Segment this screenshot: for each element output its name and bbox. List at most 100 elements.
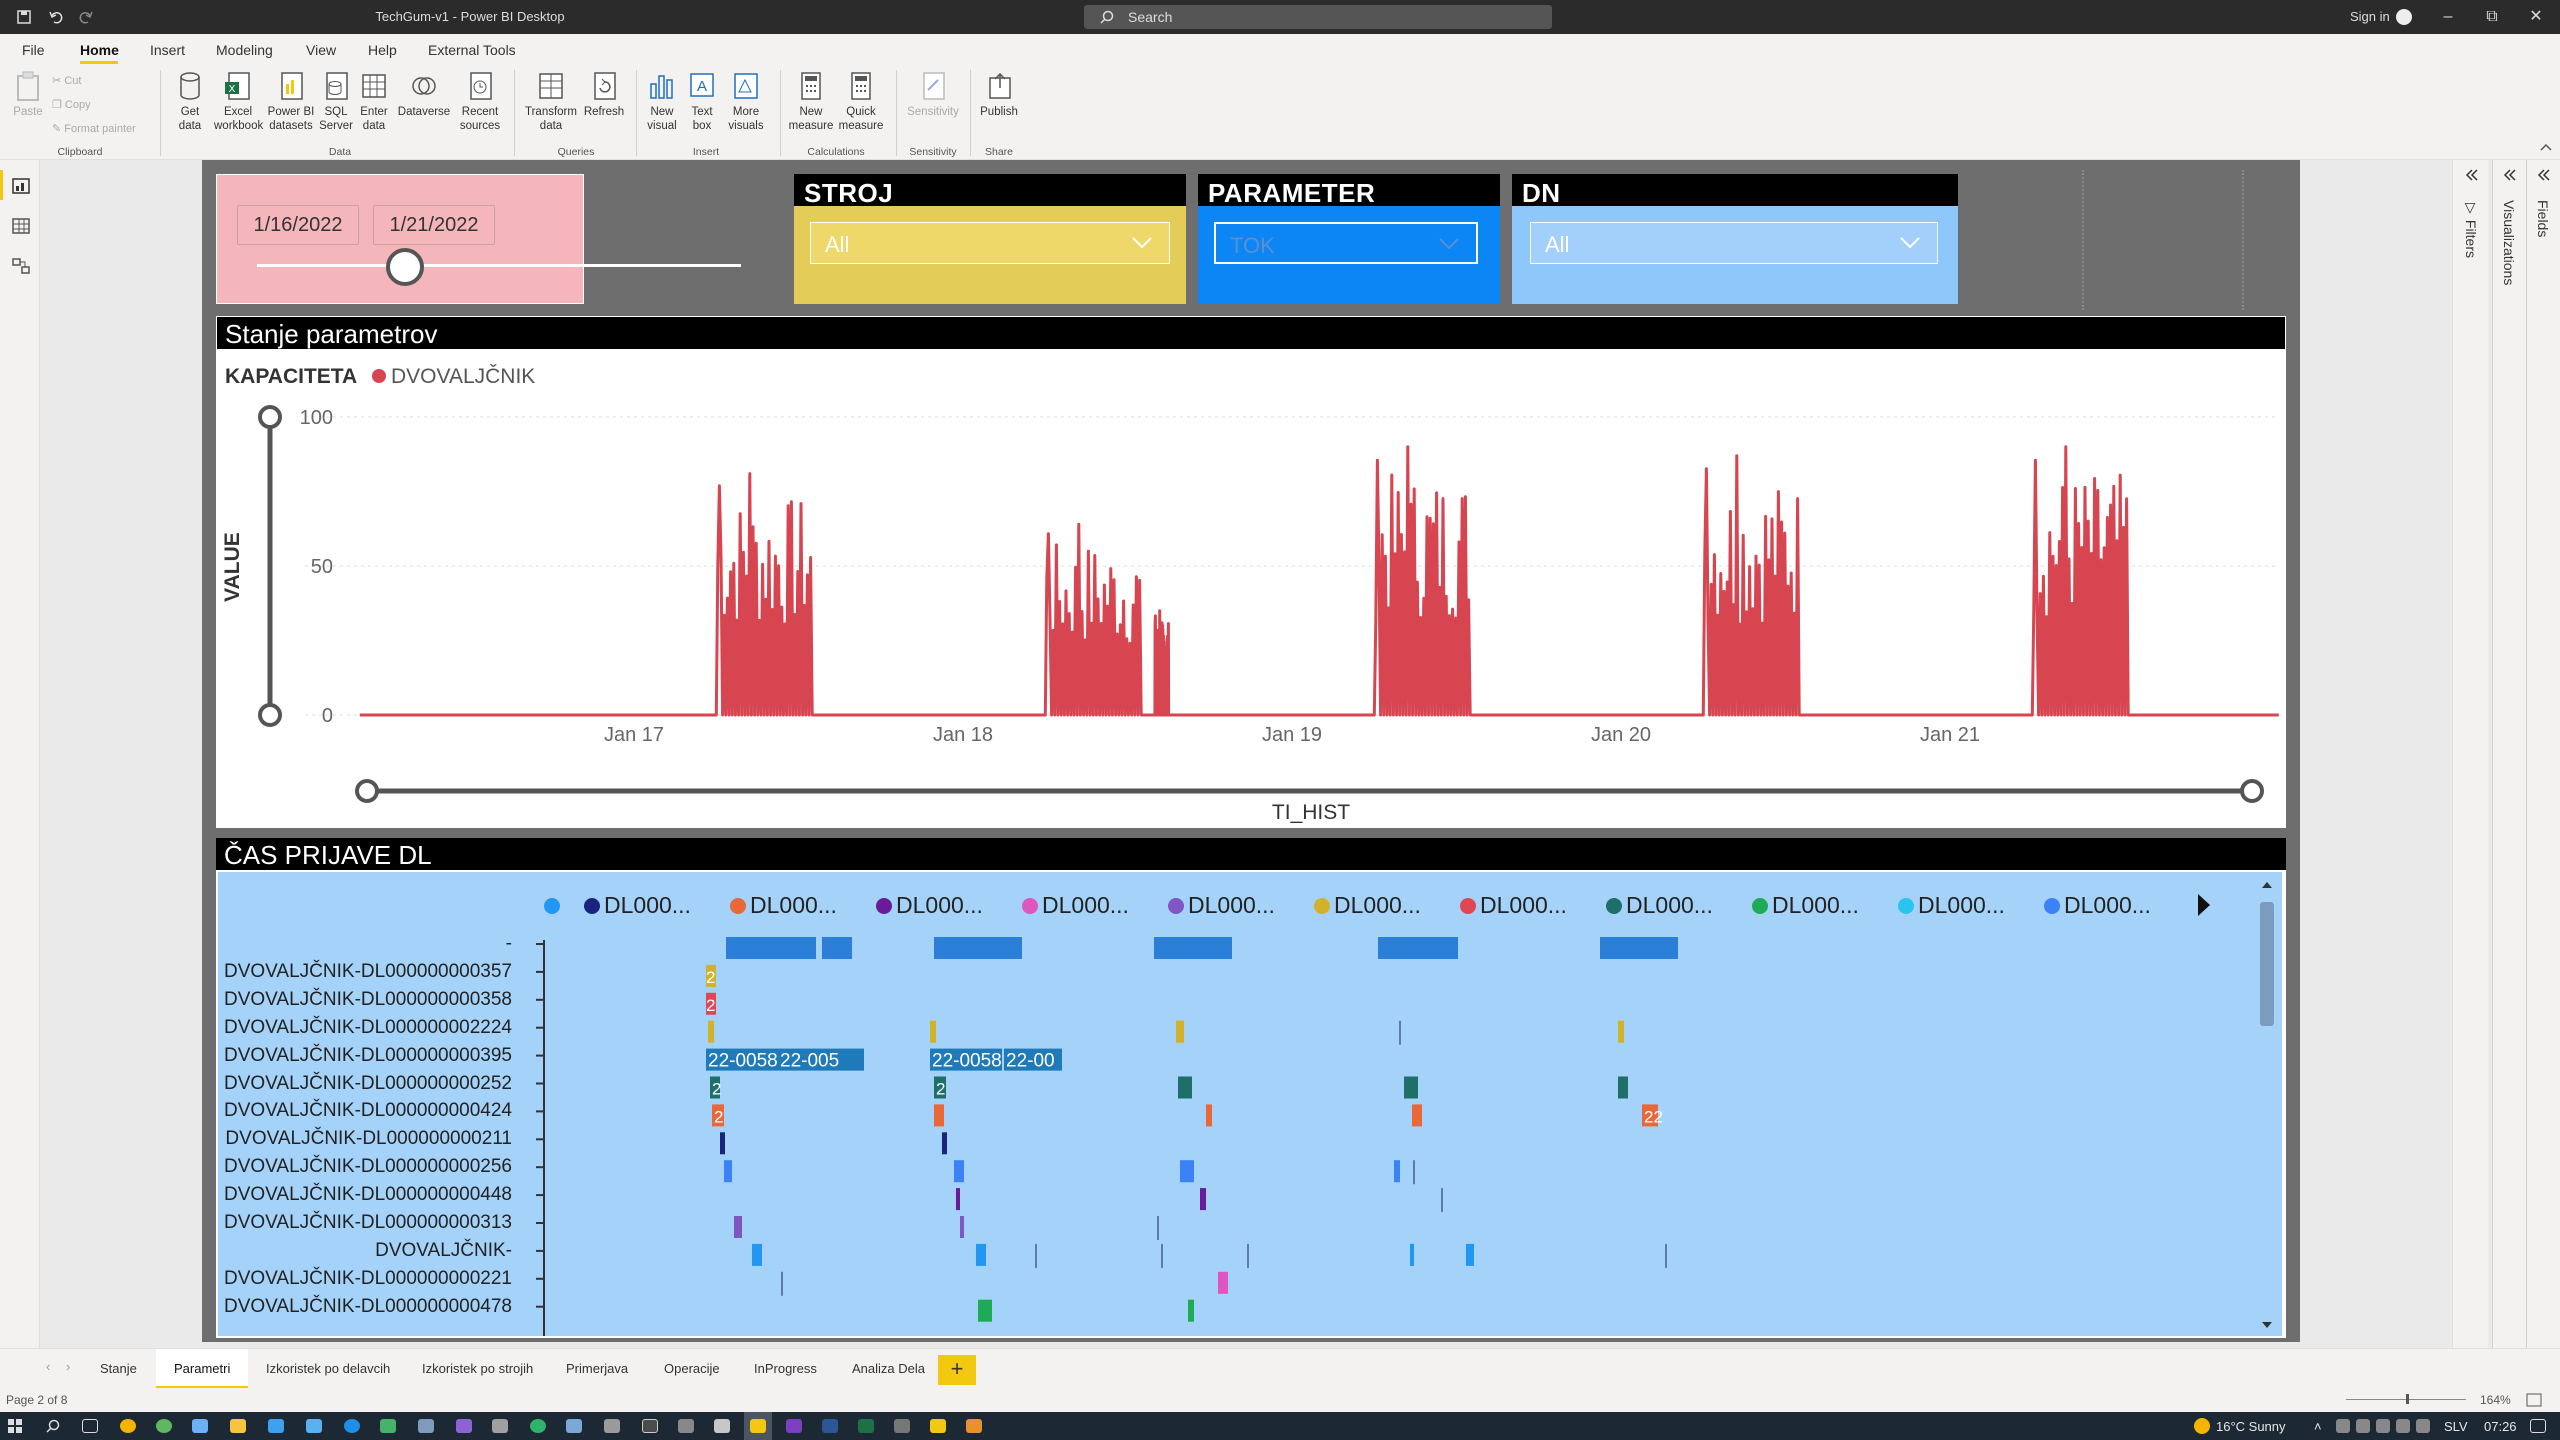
tray-icon[interactable]: [2416, 1419, 2430, 1433]
app-icon[interactable]: [380, 1419, 396, 1433]
dataverse-button[interactable]: Dataverse: [396, 70, 452, 119]
copy-button[interactable]: ❐ Copy: [52, 98, 91, 111]
more-visuals-button[interactable]: More visuals: [724, 70, 768, 133]
tab-parametri[interactable]: Parametri: [156, 1349, 248, 1389]
gantt-scrollbar-thumb[interactable]: [2260, 902, 2274, 1026]
app-icon[interactable]: [306, 1419, 322, 1433]
format-painter-button[interactable]: ✎ Format painter: [52, 122, 136, 135]
tab-izkoristek-po-delavcih[interactable]: Izkoristek po delavcih: [266, 1361, 390, 1376]
tab-scroll-left-icon[interactable]: ‹: [46, 1359, 50, 1374]
tab-izkoristek-po-strojih[interactable]: Izkoristek po strojih: [422, 1361, 533, 1376]
app-icon[interactable]: [192, 1419, 208, 1433]
volume-icon[interactable]: [2396, 1419, 2410, 1433]
expand-filters-icon[interactable]: [2465, 168, 2479, 182]
menu-view[interactable]: View: [306, 42, 336, 58]
menu-external-tools[interactable]: External Tools: [428, 42, 516, 58]
visualizations-pane-collapsed[interactable]: Visualizations: [2492, 160, 2526, 1348]
line-chart[interactable]: KAPACITETA DVOVALJČNIK VALUE 0 50 100 Jan 17 Ja…: [217, 349, 2285, 827]
minimize-button[interactable]: –: [2426, 0, 2470, 34]
onenote-icon[interactable]: [786, 1419, 802, 1433]
app-icon[interactable]: [492, 1419, 508, 1433]
excel-icon[interactable]: [858, 1419, 874, 1433]
start-date-input[interactable]: 1/16/2022: [237, 205, 359, 245]
app-icon[interactable]: [604, 1419, 620, 1433]
search-box[interactable]: Search: [1084, 5, 1552, 29]
app-icon[interactable]: [966, 1419, 982, 1433]
add-page-button[interactable]: +: [938, 1355, 976, 1385]
tab-primerjava[interactable]: Primerjava: [566, 1361, 628, 1376]
get-data-button[interactable]: Get data: [170, 70, 210, 133]
restore-button[interactable]: ⧉: [2470, 0, 2514, 34]
publish-button[interactable]: Publish: [976, 70, 1022, 119]
recent-sources-button[interactable]: Recent sources: [456, 70, 504, 133]
fit-to-page-icon[interactable]: [2526, 1393, 2542, 1407]
save-icon[interactable]: [16, 9, 32, 25]
tab-scroll-right-icon[interactable]: ›: [66, 1359, 70, 1374]
report-view-icon[interactable]: [12, 178, 30, 194]
app-icon[interactable]: [894, 1419, 910, 1433]
date-slider-handle[interactable]: [386, 248, 425, 286]
app-icon[interactable]: [418, 1419, 434, 1433]
tray-chevron-icon[interactable]: ˄: [2314, 1419, 2322, 1434]
close-button[interactable]: ✕: [2514, 0, 2558, 34]
app-icon[interactable]: [156, 1419, 172, 1433]
menu-modeling[interactable]: Modeling: [216, 42, 273, 58]
new-measure-button[interactable]: New measure: [786, 70, 836, 133]
tab-operacije[interactable]: Operacije: [664, 1361, 720, 1376]
menu-file[interactable]: File: [22, 42, 45, 58]
stroj-dropdown[interactable]: All: [810, 222, 1170, 264]
scroll-up-icon[interactable]: [2261, 880, 2273, 890]
network-icon[interactable]: [2376, 1419, 2390, 1433]
gantt-chart[interactable]: DL000... DL000... DL000... DL000... DL000...…: [218, 872, 2282, 1336]
redo-icon[interactable]: [78, 9, 94, 25]
data-view-icon[interactable]: [12, 218, 30, 234]
sql-server-button[interactable]: SQL Server: [318, 70, 354, 133]
paste-button[interactable]: Paste: [10, 70, 46, 119]
file-explorer-icon[interactable]: [230, 1419, 246, 1433]
app-icon[interactable]: [678, 1419, 694, 1433]
line-chart-visual[interactable]: Stanje parametrov KAPACITETA DVOVALJČNIK V…: [216, 316, 2286, 828]
chrome-icon[interactable]: [120, 1419, 136, 1433]
clock[interactable]: 07:26: [2484, 1419, 2517, 1434]
edge-icon[interactable]: [344, 1419, 360, 1433]
avatar[interactable]: [2396, 9, 2412, 25]
model-view-icon[interactable]: [12, 258, 30, 274]
gantt-visual[interactable]: ČAS PRIJAVE DL DL000... DL000... DL000... D…: [216, 838, 2286, 1338]
filters-pane-collapsed[interactable]: ▽ Filters: [2452, 160, 2488, 1348]
menu-home[interactable]: Home: [80, 42, 119, 58]
fields-pane-collapsed[interactable]: Fields: [2526, 160, 2560, 1348]
windows-start-icon[interactable]: [8, 1419, 22, 1433]
sign-in-link[interactable]: Sign in: [2350, 9, 2390, 24]
pbi-datasets-button[interactable]: Power BI datasets: [264, 70, 318, 133]
menu-insert[interactable]: Insert: [150, 42, 185, 58]
tray-icon[interactable]: [2336, 1419, 2350, 1433]
app-icon[interactable]: [714, 1419, 730, 1433]
cut-button[interactable]: ✂ Cut: [52, 74, 81, 87]
gantt-scrollbar[interactable]: [2256, 878, 2278, 1334]
word-icon[interactable]: [822, 1419, 838, 1433]
transform-data-button[interactable]: Transform data: [522, 70, 580, 133]
tab-stanje[interactable]: Stanje: [100, 1361, 137, 1376]
weather-sun-icon[interactable]: [2194, 1418, 2210, 1434]
tray-icon[interactable]: [2356, 1419, 2370, 1433]
sensitivity-button[interactable]: Sensitivity: [904, 70, 962, 119]
app-icon[interactable]: [566, 1419, 582, 1433]
app-icon[interactable]: [456, 1419, 472, 1433]
expand-fields-icon[interactable]: [2537, 168, 2551, 182]
end-date-input[interactable]: 1/21/2022: [373, 205, 495, 245]
language-indicator[interactable]: SLV: [2444, 1419, 2468, 1434]
expand-visualizations-icon[interactable]: [2503, 168, 2517, 182]
dn-dropdown[interactable]: All: [1530, 222, 1938, 264]
menu-help[interactable]: Help: [368, 42, 397, 58]
terminal-icon[interactable]: [642, 1419, 658, 1433]
zoom-slider-handle[interactable]: [2406, 1394, 2409, 1404]
app-icon[interactable]: [530, 1419, 546, 1433]
refresh-button[interactable]: Refresh: [580, 70, 628, 119]
tab-inprogress[interactable]: InProgress: [754, 1361, 817, 1376]
task-view-icon[interactable]: [82, 1419, 98, 1433]
power-bi-icon[interactable]: [750, 1419, 766, 1433]
app-icon[interactable]: [268, 1419, 284, 1433]
text-box-button[interactable]: A Text box: [684, 70, 720, 133]
power-bi-icon[interactable]: [930, 1419, 946, 1433]
undo-icon[interactable]: [48, 9, 64, 25]
